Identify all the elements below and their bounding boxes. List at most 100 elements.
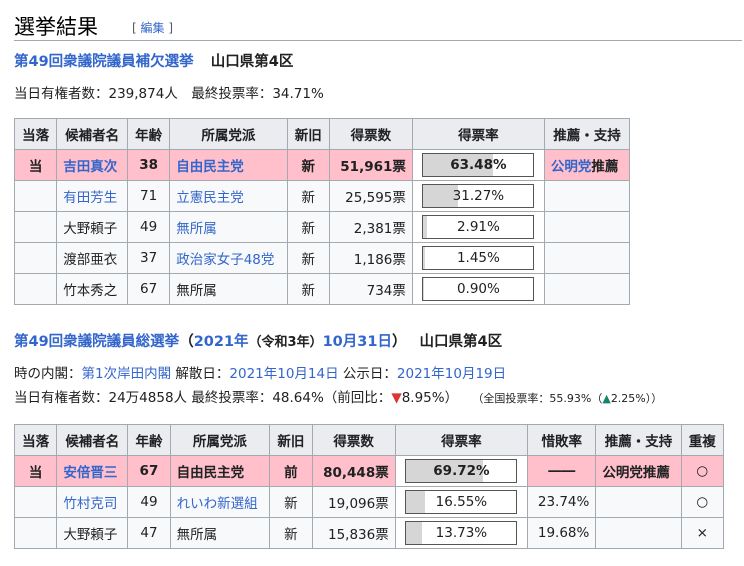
column-header: 所属党派 xyxy=(169,424,271,456)
year-link[interactable]: 2021年 xyxy=(194,334,249,350)
party-link[interactable]: 自由民主党 xyxy=(176,159,244,175)
candidate-row: 竹本秀之 67 無所属 新 734票 0.90% xyxy=(13,273,631,305)
votes-cell: 80,448票 xyxy=(311,455,396,487)
age-cell: 38 xyxy=(126,149,171,181)
candidate-name[interactable]: 竹村克司 xyxy=(56,486,129,518)
edit-link[interactable]: 編集 xyxy=(141,21,165,35)
support-cell xyxy=(595,517,682,549)
candidate-name: 大野頼子 xyxy=(56,517,129,549)
party-cell: 無所属 xyxy=(169,273,288,305)
result-cell xyxy=(13,273,58,305)
party-cell[interactable]: 自由民主党 xyxy=(169,149,288,181)
party-link[interactable]: 無所属 xyxy=(176,221,217,237)
party-cell[interactable]: 無所属 xyxy=(169,211,288,243)
general-election-link[interactable]: 第49回衆議院議員総選挙 xyxy=(14,334,179,350)
candidate-name: 大野頼子 xyxy=(56,211,128,243)
support-cell[interactable]: 公明党推薦 xyxy=(543,149,631,181)
duplicate-cell: ○ xyxy=(680,486,725,518)
party-link[interactable]: 政治家女子48党 xyxy=(176,252,274,268)
support-cell xyxy=(543,211,631,243)
vote-share-bar: 69.72% xyxy=(405,459,518,483)
age-cell: 49 xyxy=(126,211,171,243)
date-link[interactable]: 10月31日 xyxy=(323,334,392,350)
vote-share-label: 63.48% xyxy=(450,157,507,173)
result-cell xyxy=(13,211,58,243)
candidate-row: 当吉田真次 38 自由民主党 新 51,961票 63.48% 公明党推薦 xyxy=(13,149,631,181)
general-election-table: 当落 候補者名 年齢 所属党派 新旧 得票数 得票率 惜敗率 推薦・支持 重複 当安倍晋三 67 自由… xyxy=(13,424,725,549)
column-header: 年齢 xyxy=(127,424,171,456)
vote-share-label: 31.27% xyxy=(452,188,505,204)
status-cell: 新 xyxy=(269,517,313,549)
column-header: 年齢 xyxy=(126,118,171,150)
status-cell: 前 xyxy=(269,455,313,487)
support-type: 推薦 xyxy=(591,159,619,175)
column-header: 新旧 xyxy=(286,118,330,150)
candidate-text: 大野頼子 xyxy=(63,221,118,237)
announce-link[interactable]: 2021年10月19日 xyxy=(397,366,506,382)
general-district: 山口県第4区 xyxy=(419,334,503,350)
vote-share-label: 1.45% xyxy=(456,250,500,266)
column-header: 当落 xyxy=(13,118,58,150)
party-cell[interactable]: 政治家女子48党 xyxy=(169,242,288,274)
support-cell xyxy=(543,273,631,305)
by-election-district: 山口県第4区 xyxy=(210,54,294,70)
section-heading: 選挙結果 [ 編集 ] xyxy=(14,6,742,41)
candidate-row: 大野頼子 47 無所属 新 15,836票 13.73% 19.68% × xyxy=(13,517,725,549)
dissolution-link[interactable]: 2021年10月14日 xyxy=(229,366,338,382)
party-link[interactable]: 立憲民主党 xyxy=(176,190,244,206)
candidate-text: 大野頼子 xyxy=(63,527,118,543)
column-header: 候補者名 xyxy=(56,424,129,456)
column-header: 所属党派 xyxy=(169,118,288,150)
age-cell: 67 xyxy=(126,273,171,305)
status-cell: 新 xyxy=(269,486,313,518)
candidate-name[interactable]: 有田芳生 xyxy=(56,180,128,212)
vote-share-bar: 63.48% xyxy=(422,153,535,177)
party-cell: 自由民主党 xyxy=(169,455,271,487)
candidate-text: 渡部亜衣 xyxy=(63,252,118,268)
support-cell xyxy=(595,486,682,518)
party-text: 無所属 xyxy=(176,527,218,543)
vote-share-cell: 1.45% xyxy=(411,242,545,274)
party-link[interactable]: れいわ新選組 xyxy=(177,496,258,512)
votes-cell: 15,836票 xyxy=(311,517,396,549)
result-cell xyxy=(13,517,58,549)
status-cell: 新 xyxy=(286,211,330,243)
cabinet-link[interactable]: 第1次岸田内閣 xyxy=(82,366,172,382)
votes-cell: 1,186票 xyxy=(328,242,413,274)
votes-cell: 734票 xyxy=(328,273,413,305)
column-header: 候補者名 xyxy=(56,118,128,150)
support-party-link[interactable]: 公明党 xyxy=(551,159,592,175)
vote-share-label: 0.90% xyxy=(456,281,500,297)
column-header: 新旧 xyxy=(269,424,313,456)
sekihai-cell: 19.68% xyxy=(527,517,597,549)
candidate-link[interactable]: 吉田真次 xyxy=(63,159,117,175)
vote-share-label: 16.55% xyxy=(435,494,488,510)
column-header: 当落 xyxy=(13,424,58,456)
edit-section: [ 編集 ] xyxy=(132,21,174,35)
column-header: 重複 xyxy=(680,424,725,456)
general-summary: 当日有権者数：24万4858人 最終投票率：48.64%（前回比：▼8.95%）… xyxy=(14,390,663,406)
candidate-link[interactable]: 有田芳生 xyxy=(63,190,117,206)
vote-share-bar: 1.45% xyxy=(422,246,535,270)
duplicate-cell: × xyxy=(680,517,725,549)
candidate-link[interactable]: 竹村克司 xyxy=(63,496,117,512)
candidate-name: 渡部亜衣 xyxy=(56,242,128,274)
status-cell: 新 xyxy=(286,242,330,274)
vote-share-cell: 69.72% xyxy=(394,455,529,487)
by-election-table: 当落 候補者名 年齢 所属党派 新旧 得票数 得票率 推薦・支持 当吉田真次 38 自由民主党新 5… xyxy=(13,118,631,305)
result-cell xyxy=(13,180,58,212)
vote-share-label: 2.91% xyxy=(456,219,500,235)
vote-share-bar: 0.90% xyxy=(422,277,535,301)
sekihai-cell: 23.74% xyxy=(527,486,597,518)
general-election-title: 第49回衆議院議員総選挙（2021年（令和3年）10月31日） 山口県第4区 xyxy=(14,334,503,350)
vote-share-cell: 0.90% xyxy=(411,273,545,305)
candidate-row: 当安倍晋三 67 自由民主党 前 80,448票 69.72% ―― 公明党推薦 ○ xyxy=(13,455,725,487)
party-cell[interactable]: れいわ新選組 xyxy=(169,486,271,518)
party-cell[interactable]: 立憲民主党 xyxy=(169,180,288,212)
by-election-link[interactable]: 第49回衆議院議員補欠選挙 xyxy=(14,54,194,70)
candidate-link[interactable]: 安倍晋三 xyxy=(63,465,117,481)
candidate-name[interactable]: 安倍晋三 xyxy=(56,455,129,487)
age-cell: 37 xyxy=(126,242,171,274)
column-header: 得票率 xyxy=(411,118,545,150)
candidate-name[interactable]: 吉田真次 xyxy=(56,149,128,181)
